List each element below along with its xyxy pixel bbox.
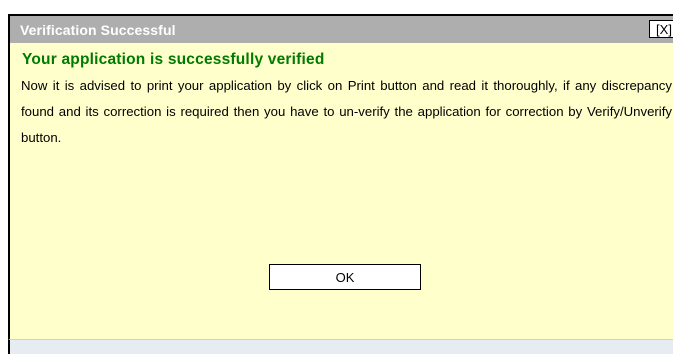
ok-button[interactable]: OK <box>269 264 421 290</box>
verification-dialog: Verification Successful [X] Your applica… <box>8 14 673 339</box>
dialog-titlebar: Verification Successful [X] <box>10 16 673 43</box>
page-background-strip <box>8 339 673 354</box>
ok-button-container: OK <box>269 264 421 290</box>
close-button[interactable]: [X] <box>649 20 673 38</box>
screen: Verification Successful [X] Your applica… <box>0 0 673 354</box>
success-heading: Your application is successfully verifie… <box>22 51 325 68</box>
instruction-message: Now it is advised to print your applicat… <box>21 78 672 145</box>
dialog-title: Verification Successful <box>20 21 176 38</box>
